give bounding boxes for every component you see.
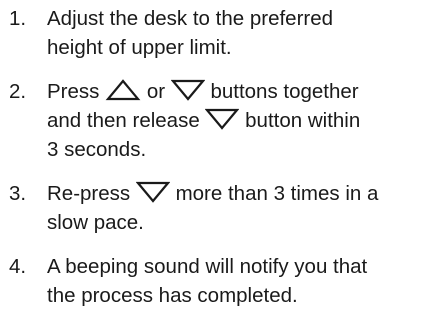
step-2-line-3: 3 seconds. bbox=[47, 138, 147, 161]
step-4-line-2: the process has completed. bbox=[47, 284, 298, 307]
step-1: 1. Adjust the desk to the preferred heig… bbox=[0, 4, 437, 64]
step-3-line-1: Re-press more than 3 times in a bbox=[47, 179, 435, 208]
step-3: 3. Re-press more than 3 times in a slow … bbox=[0, 179, 437, 239]
step-2: 2. Press or buttons together and then re… bbox=[0, 77, 437, 165]
step-4: 4. A beeping sound will notify you that … bbox=[0, 252, 437, 312]
step-1-text: Adjust the desk to the preferred height … bbox=[47, 4, 435, 62]
step-3-line-1-tail: more than 3 times in a bbox=[175, 182, 379, 205]
down-triangle-icon bbox=[170, 79, 205, 101]
step-1-number: 1. bbox=[9, 7, 27, 30]
step-4-text: A beeping sound will notify you that the… bbox=[47, 252, 435, 310]
step-3-repress-label: Re-press bbox=[47, 182, 131, 205]
step-2-press-label: Press bbox=[47, 80, 100, 103]
step-2-line-1-tail: buttons together bbox=[210, 80, 359, 103]
up-triangle-icon bbox=[105, 79, 141, 101]
step-2-text: Press or buttons together and then relea… bbox=[47, 77, 435, 164]
step-2-line-1: Press or buttons together bbox=[47, 77, 435, 106]
step-1-line-2: height of upper limit. bbox=[47, 36, 232, 59]
step-4-line-1: A beeping sound will notify you that bbox=[47, 255, 368, 278]
step-4-number: 4. bbox=[9, 255, 27, 278]
down-triangle-icon bbox=[205, 108, 240, 130]
step-3-number: 3. bbox=[9, 182, 27, 205]
step-2-line-2-lead: and then release bbox=[47, 109, 200, 132]
step-2-line-2: and then release button within bbox=[47, 106, 435, 135]
step-2-number: 2. bbox=[9, 80, 27, 103]
step-3-text: Re-press more than 3 times in a slow pac… bbox=[47, 179, 435, 237]
step-3-line-2: slow pace. bbox=[47, 211, 144, 234]
step-1-line-1: Adjust the desk to the preferred bbox=[47, 7, 334, 30]
step-2-line-2-tail: button within bbox=[245, 109, 361, 132]
step-2-or-label: or bbox=[146, 80, 166, 103]
down-triangle-icon bbox=[135, 181, 170, 203]
